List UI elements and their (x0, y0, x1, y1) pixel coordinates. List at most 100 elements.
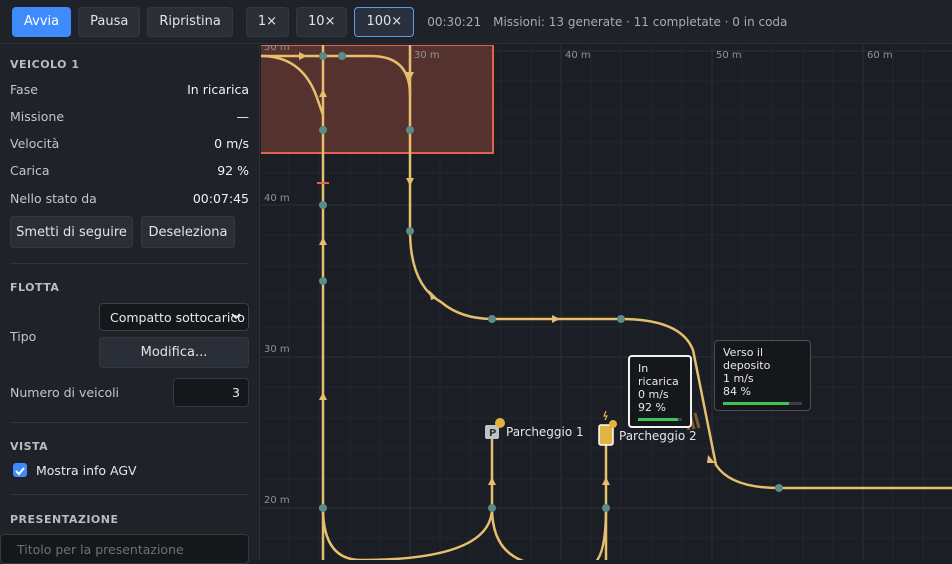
fleet-count-label-row: Numero di veicoli (10, 385, 160, 400)
fleet-type-label-row: Tipo (10, 329, 90, 344)
agv-state: Verso il deposito (723, 346, 771, 372)
divider (10, 263, 248, 264)
show-agv-info-checkbox[interactable] (13, 463, 27, 477)
modify-fleet-button[interactable]: Modifica... (99, 337, 249, 368)
node[interactable] (488, 315, 496, 323)
speed-1x-button[interactable]: 1× (245, 6, 290, 37)
arrow-icon (319, 237, 327, 245)
vehicle-section-title: VEICOLO 1 (10, 58, 80, 71)
agv-charge: 84 % (723, 385, 751, 398)
node[interactable] (602, 504, 610, 512)
vehicle-field-mission: Missione — (10, 109, 249, 124)
lightning-icon (603, 410, 608, 421)
battery-bar (638, 418, 682, 421)
divider (10, 422, 248, 423)
fleet-count-label: Numero di veicoli (10, 385, 120, 400)
unfollow-button[interactable]: Smetti di seguire (10, 216, 133, 248)
checkmark-icon (15, 467, 25, 476)
field-label: Fase (10, 82, 38, 97)
parking-2-marker[interactable] (598, 410, 617, 446)
parking-1-marker[interactable]: P (485, 418, 505, 439)
field-value: 00:07:45 (192, 191, 249, 206)
field-label: Carica (10, 163, 50, 178)
show-agv-info-row: Mostra info AGV (36, 463, 236, 478)
field-value: — (236, 109, 250, 124)
fleet-type-label: Tipo (10, 329, 37, 344)
node[interactable] (319, 504, 327, 512)
fleet-section-title: FLOTTA (10, 281, 60, 294)
vehicle-count-input[interactable]: 3 (173, 378, 249, 407)
chevron-down-icon (231, 313, 241, 320)
vehicle-field-speed: Velocità 0 m/s (10, 136, 249, 151)
arrow-icon (319, 392, 327, 400)
map-canvas[interactable]: P 50 m 40 m 30 m 20 m 30 m 40 m 50 m 60 … (261, 45, 952, 560)
node[interactable] (319, 201, 327, 209)
x-axis-label: 50 m (716, 50, 742, 61)
status-dot-icon (609, 420, 617, 428)
y-axis-label: 50 m (264, 45, 290, 53)
agv-charging-icon (598, 424, 614, 446)
arrow-icon (602, 477, 610, 485)
battery-fill (638, 418, 679, 421)
start-button[interactable]: Avvia (12, 6, 72, 37)
field-value: In ricarica (187, 82, 249, 97)
field-label: Velocità (10, 136, 60, 151)
x-axis-label: 30 m (414, 50, 440, 61)
node[interactable] (319, 277, 327, 285)
field-value: 0 m/s (214, 136, 249, 151)
node[interactable] (319, 126, 327, 134)
presentation-section-title: PRESENTAZIONE (10, 513, 119, 526)
y-axis-label: 20 m (264, 495, 290, 506)
speed-10x-button[interactable]: 10× (296, 6, 348, 37)
path-segment (595, 507, 608, 560)
status-dot-icon (495, 418, 505, 428)
field-label: Nello stato da (10, 191, 97, 206)
view-section-title: VISTA (10, 440, 49, 453)
vehicle-field-phase: Fase In ricarica (10, 82, 249, 97)
arrow-icon (406, 178, 414, 186)
map-svg: P (261, 45, 952, 560)
parking-2-label: Parcheggio 2 (619, 429, 697, 443)
dock-stripe (693, 412, 701, 429)
arrow-icon (552, 315, 560, 323)
path-segment (321, 435, 494, 560)
sim-clock: 00:30:21 (427, 14, 482, 29)
x-axis-label: 60 m (867, 50, 893, 61)
node[interactable] (406, 126, 414, 134)
x-axis-label: 40 m (565, 50, 591, 61)
parking-icon-letter: P (489, 428, 496, 439)
deselect-button[interactable]: Deseleziona (141, 216, 235, 248)
node[interactable] (775, 484, 783, 492)
node[interactable] (488, 504, 496, 512)
missions-status: Missioni: 13 generate · 11 completate · … (493, 14, 788, 29)
node[interactable] (319, 52, 327, 60)
battery-bar (723, 402, 802, 405)
vehicle-field-state-time: Nello stato da 00:07:45 (10, 191, 249, 206)
y-axis-label: 30 m (264, 344, 290, 355)
pause-button[interactable]: Pausa (78, 6, 141, 37)
speed-100x-button[interactable]: 100× (354, 6, 415, 37)
agv-speed: 1 m/s (723, 372, 754, 385)
agv-charge: 92 % (638, 401, 666, 414)
toolbar: Avvia Pausa Ripristina 1× 10× 100× 00:30… (0, 0, 952, 44)
reset-button[interactable]: Ripristina (147, 6, 233, 37)
agv-1-info[interactable]: In ricarica 0 m/s 92 % (628, 355, 692, 428)
node[interactable] (338, 52, 346, 60)
show-agv-info-label[interactable]: Mostra info AGV (36, 463, 137, 478)
divider (10, 494, 248, 495)
sidebar: VEICOLO 1 Fase In ricarica Missione — Ve… (0, 45, 260, 564)
battery-fill (723, 402, 790, 405)
restricted-zone[interactable] (261, 45, 494, 154)
fleet-type-value: Compatto sottocarico (110, 309, 245, 325)
node[interactable] (617, 315, 625, 323)
parking-1-label: Parcheggio 1 (506, 425, 584, 439)
field-value: 92 % (217, 163, 249, 178)
agv-speed: 0 m/s (638, 388, 669, 401)
field-label: Missione (10, 109, 65, 124)
agv-2-info[interactable]: Verso il deposito 1 m/s 84 % (714, 340, 811, 411)
arrow-icon (488, 477, 496, 485)
agv-state: In ricarica (638, 362, 679, 388)
fleet-type-select[interactable]: Compatto sottocarico (99, 303, 249, 331)
node[interactable] (406, 227, 414, 235)
vehicle-field-charge: Carica 92 % (10, 163, 249, 178)
